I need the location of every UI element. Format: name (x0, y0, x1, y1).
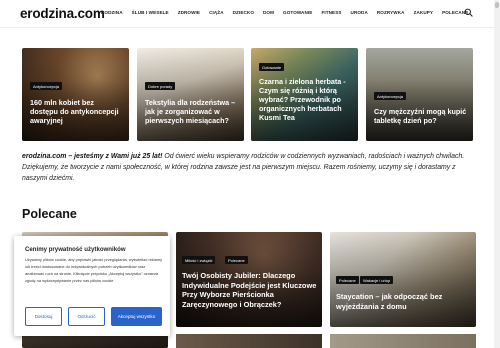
featured-title[interactable]: 160 mln kobiet bez dostępu do antykoncep… (30, 98, 123, 125)
category-tag[interactable]: Polecane (336, 276, 359, 284)
category-tag[interactable]: Antykoncepcja (30, 82, 63, 90)
category-tag[interactable]: Antykoncepcja (374, 92, 407, 100)
nav-item-dziecko[interactable]: DZIECKO (233, 10, 254, 15)
featured-card[interactable]: Antykoncepcja Czy mężczyźni mogą kupić t… (366, 48, 473, 141)
category-tag[interactable]: Wakacje i urlop (360, 276, 394, 284)
featured-articles: Antykoncepcja 160 mln kobiet bez dostępu… (22, 48, 474, 141)
featured-card[interactable]: Dobre porady Tekstylia dla rodzeństwa – … (137, 48, 244, 141)
featured-title[interactable]: Czarna i zielona herbata - Czym się różn… (259, 77, 352, 122)
recommended-card[interactable]: Polecane Wakacje i urlop Staycation – ja… (330, 232, 476, 327)
nav-item-uroda[interactable]: URODA (351, 10, 368, 15)
category-tag[interactable]: Miłość i związki (182, 256, 216, 264)
cookie-title: Cenimy prywatność użytkowników (25, 246, 126, 253)
cookie-text: Używamy plików cookie, aby poprawić jako… (25, 257, 163, 283)
recommended-title[interactable]: Twój Osobisty Jubiler: Dlaczego Indywidu… (182, 271, 318, 309)
next-row-card[interactable] (176, 334, 322, 348)
nav-item-ciaza[interactable]: CIĄŻA (209, 10, 224, 15)
page-scrollbar[interactable] (494, 0, 500, 348)
intro-bold: erodzina.com – jesteśmy z Wami już 25 la… (22, 153, 163, 160)
nav-item-dom[interactable]: DOM (263, 10, 274, 15)
featured-card[interactable]: Gotowanie Czarna i zielona herbata - Czy… (251, 48, 358, 141)
scrollbar-thumb[interactable] (495, 2, 499, 8)
category-tag[interactable]: Gotowanie (259, 63, 285, 71)
main-nav: RODZINA ŚLUB I WESELE ZDROWIE CIĄŻA DZIE… (101, 10, 468, 15)
customize-button[interactable]: Dostosuj (25, 307, 62, 326)
intro-paragraph: erodzina.com – jesteśmy z Wami już 25 la… (22, 151, 480, 185)
recommended-card[interactable]: Miłość i związki Polecane Twój Osobisty … (176, 232, 322, 327)
accept-all-button[interactable]: Akceptuj wszystko (111, 307, 162, 326)
site-logo[interactable]: erodzina.com (20, 6, 105, 21)
next-row-card[interactable] (330, 334, 476, 348)
recommended-title[interactable]: Staycation – jak odpocząć bez wyjeżdżani… (336, 292, 472, 311)
category-tag[interactable]: Polecane (225, 256, 248, 264)
nav-item-slub-i-wesele[interactable]: ŚLUB I WESELE (132, 10, 169, 15)
featured-title[interactable]: Czy mężczyźni mogą kupić tabletkę dzień … (374, 107, 467, 125)
featured-title[interactable]: Tekstylia dla rodzeństwa – jak je zorgan… (145, 98, 238, 125)
search-icon[interactable] (464, 8, 473, 17)
nav-item-gotowanie[interactable]: GOTOWANIE (283, 10, 312, 15)
reject-button[interactable]: Odrzucić (68, 307, 105, 326)
nav-item-fitness[interactable]: FITNESS (321, 10, 341, 15)
section-title: Polecane (22, 207, 77, 221)
nav-item-zakupy[interactable]: ZAKUPY (414, 10, 434, 15)
category-tag[interactable]: Dobre porady (145, 82, 176, 90)
site-header: erodzina.com RODZINA ŚLUB I WESELE ZDROW… (0, 0, 500, 28)
nav-item-zdrowie[interactable]: ZDROWIE (178, 10, 200, 15)
featured-card[interactable]: Antykoncepcja 160 mln kobiet bez dostępu… (22, 48, 129, 141)
nav-item-rodzina[interactable]: RODZINA (101, 10, 123, 15)
nav-item-rozrywka[interactable]: ROZRYWKA (377, 10, 405, 15)
